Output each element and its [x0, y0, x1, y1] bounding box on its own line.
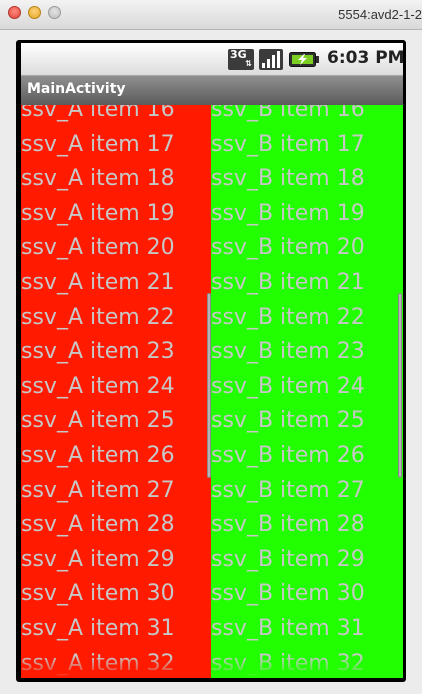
list-item[interactable]: ssv_B item 22 — [211, 301, 365, 336]
window-title: 5554:avd2-1-2 — [338, 7, 422, 22]
list-item[interactable]: ssv_B item 17 — [211, 128, 365, 163]
status-bar: 3G ⇅ 6:03 PM — [21, 43, 403, 76]
zoom-window-button[interactable] — [48, 6, 61, 19]
list-item[interactable]: ssv_A item 25 — [21, 404, 175, 439]
list-item[interactable]: ssv_B item 27 — [211, 474, 365, 509]
list-item[interactable]: ssv_A item 27 — [21, 474, 175, 509]
list-item[interactable]: ssv_B item 28 — [211, 508, 365, 543]
list-item[interactable]: ssv_A item 23 — [21, 335, 175, 370]
list-item[interactable]: ssv_A item 28 — [21, 508, 175, 543]
list-b[interactable]: ssv_B item 16 ssv_B item 17 ssv_B item 18 s… — [211, 105, 403, 678]
list-item[interactable]: ssv_B item 19 — [211, 197, 365, 232]
list-item[interactable]: ssv_A item 30 — [21, 577, 175, 612]
list-item[interactable]: ssv_A item 32 — [21, 647, 175, 679]
signal-icon — [259, 49, 283, 70]
list-item[interactable]: ssv_B item 18 — [211, 162, 365, 197]
list-a-items: ssv_A item 16 ssv_A item 17 ssv_A item 18 s… — [21, 105, 175, 678]
app-title: MainActivity — [27, 81, 126, 97]
close-window-button[interactable] — [8, 6, 21, 19]
battery-charging-icon — [289, 52, 319, 67]
list-item[interactable]: ssv_A item 26 — [21, 439, 175, 474]
status-clock: 6:03 PM — [327, 48, 403, 68]
list-item[interactable]: ssv_A item 18 — [21, 162, 175, 197]
list-item[interactable]: ssv_A item 29 — [21, 543, 175, 578]
list-item[interactable]: ssv_B item 31 — [211, 612, 365, 647]
list-item[interactable]: ssv_B item 30 — [211, 577, 365, 612]
emulator-screen: 3G ⇅ 6:03 PM MainActivity ssv_A item 16 … — [21, 43, 403, 678]
list-item[interactable]: ssv_A item 16 — [21, 105, 175, 128]
list-item[interactable]: ssv_B item 21 — [211, 266, 365, 301]
network-3g-icon: 3G ⇅ — [228, 49, 254, 70]
app-title-bar: MainActivity — [21, 76, 403, 105]
list-item[interactable]: ssv_A item 21 — [21, 266, 175, 301]
list-item[interactable]: ssv_A item 24 — [21, 370, 175, 405]
list-item[interactable]: ssv_B item 32 — [211, 647, 365, 679]
network-label: 3G — [230, 48, 247, 61]
list-item[interactable]: ssv_A item 17 — [21, 128, 175, 163]
list-item[interactable]: ssv_B item 29 — [211, 543, 365, 578]
list-item[interactable]: ssv_A item 31 — [21, 612, 175, 647]
list-area: ssv_A item 16 ssv_A item 17 ssv_A item 18 s… — [21, 105, 403, 678]
list-item[interactable]: ssv_B item 16 — [211, 105, 365, 128]
list-item[interactable]: ssv_B item 20 — [211, 231, 365, 266]
list-item[interactable]: ssv_A item 22 — [21, 301, 175, 336]
list-b-items: ssv_B item 16 ssv_B item 17 ssv_B item 18 s… — [211, 105, 365, 678]
list-item[interactable]: ssv_B item 24 — [211, 370, 365, 405]
list-b-scrollbar[interactable] — [398, 293, 402, 478]
list-item[interactable]: ssv_B item 26 — [211, 439, 365, 474]
window-titlebar: 5554:avd2-1-2 — [0, 0, 422, 30]
list-item[interactable]: ssv_A item 19 — [21, 197, 175, 232]
list-item[interactable]: ssv_B item 25 — [211, 404, 365, 439]
list-item[interactable]: ssv_A item 20 — [21, 231, 175, 266]
minimize-window-button[interactable] — [28, 6, 41, 19]
list-a[interactable]: ssv_A item 16 ssv_A item 17 ssv_A item 18 s… — [21, 105, 211, 678]
network-arrows: ⇅ — [245, 59, 252, 68]
list-item[interactable]: ssv_B item 23 — [211, 335, 365, 370]
